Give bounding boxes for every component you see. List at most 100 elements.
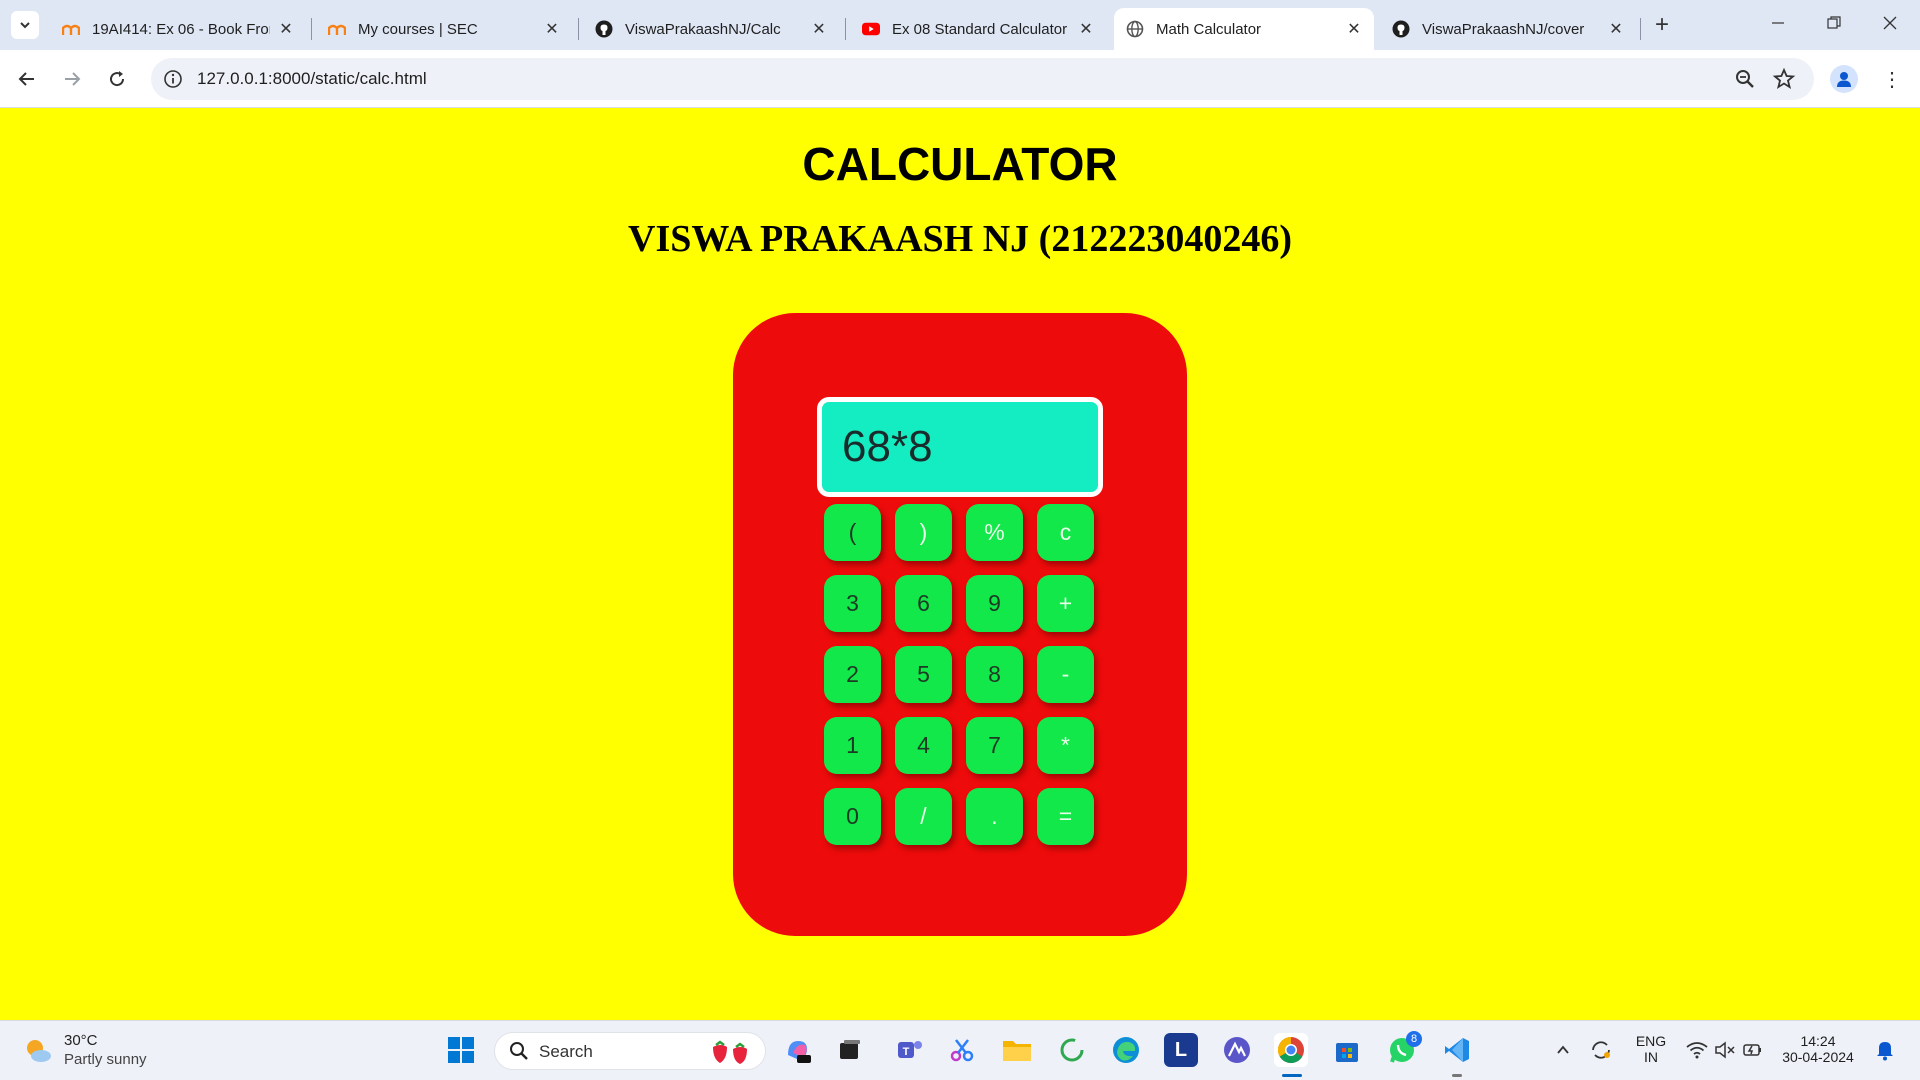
search-label: Search	[539, 1042, 593, 1061]
minimize-button[interactable]	[1750, 0, 1806, 46]
key-clear[interactable]: c	[1037, 504, 1094, 561]
tab-github-calc[interactable]: ViswaPrakaashNJ/Calc ✕	[583, 8, 839, 50]
key-7[interactable]: 7	[966, 717, 1023, 774]
browser-tab-strip: 19AI414: Ex 06 - Book From ✕ My courses …	[0, 0, 1920, 50]
weather-widget[interactable]: 30°C Partly sunny	[22, 1031, 182, 1071]
reload-button[interactable]	[100, 62, 134, 96]
tab-github-cover[interactable]: ViswaPrakaashNJ/cover ✕	[1380, 8, 1636, 50]
close-icon[interactable]: ✕	[1608, 19, 1624, 39]
clock-time: 14:24	[1800, 1033, 1836, 1049]
key-divide[interactable]: /	[895, 788, 952, 845]
tab-title: 19AI414: Ex 06 - Book From	[92, 20, 270, 38]
key-multiply[interactable]: *	[1037, 717, 1094, 774]
wifi-icon	[1686, 1042, 1708, 1059]
vscode-app[interactable]	[1440, 1033, 1474, 1067]
key-8[interactable]: 8	[966, 646, 1023, 703]
file-explorer-app[interactable]	[1000, 1033, 1034, 1067]
task-view-icon	[840, 1040, 860, 1059]
running-app-indicator	[1452, 1074, 1462, 1077]
key-4[interactable]: 4	[895, 717, 952, 774]
tab-ex06[interactable]: 19AI414: Ex 06 - Book From ✕	[50, 8, 306, 50]
snipping-tool-app[interactable]	[945, 1033, 979, 1067]
restore-button[interactable]	[1806, 0, 1862, 46]
info-icon[interactable]	[163, 69, 183, 89]
refresh-app[interactable]	[1055, 1033, 1089, 1067]
key-minus[interactable]: -	[1037, 646, 1094, 703]
tab-title: My courses | SEC	[358, 20, 478, 38]
key-decimal[interactable]: .	[966, 788, 1023, 845]
show-hidden-icons-button[interactable]	[1546, 1033, 1580, 1067]
language-indicator[interactable]: ENG IN	[1628, 1033, 1674, 1065]
key-1[interactable]: 1	[824, 717, 881, 774]
restore-icon	[1827, 16, 1841, 29]
tab-divider	[1640, 18, 1641, 40]
browser-toolbar: 127.0.0.1:8000/static/calc.html ⋮	[0, 50, 1920, 108]
clock[interactable]: 14:24 30-04-2024	[1778, 1033, 1858, 1065]
key-0[interactable]: 0	[824, 788, 881, 845]
autodesk-app[interactable]	[1220, 1033, 1254, 1067]
autodesk-icon	[1224, 1037, 1250, 1063]
key-close-paren[interactable]: )	[895, 504, 952, 561]
tab-my-courses[interactable]: My courses | SEC ✕	[316, 8, 572, 50]
clock-date: 30-04-2024	[1782, 1049, 1854, 1065]
key-equals[interactable]: =	[1037, 788, 1094, 845]
back-button[interactable]	[10, 62, 44, 96]
store-app[interactable]	[1330, 1033, 1364, 1067]
window-close-button[interactable]	[1862, 0, 1918, 46]
chevron-down-icon	[20, 22, 30, 29]
refresh-app-icon	[1060, 1038, 1084, 1062]
youtube-icon	[862, 20, 880, 38]
close-icon[interactable]: ✕	[1078, 19, 1094, 39]
author-name: VISWA PRAKAASH NJ (212223040246)	[628, 218, 1292, 260]
edge-app[interactable]	[1109, 1033, 1143, 1067]
close-icon[interactable]: ✕	[1346, 19, 1362, 39]
bookmark-star-icon[interactable]	[1772, 67, 1796, 91]
forward-button[interactable]	[55, 62, 89, 96]
close-icon[interactable]: ✕	[811, 19, 827, 39]
copilot-icon	[788, 1041, 811, 1063]
l-app[interactable]: L	[1164, 1033, 1198, 1067]
vscode-icon	[1445, 1038, 1469, 1062]
weather-temperature: 30°C	[64, 1032, 98, 1049]
notifications-button[interactable]	[1868, 1033, 1902, 1067]
globe-icon	[1126, 20, 1144, 38]
copilot-app[interactable]	[781, 1033, 815, 1067]
sync-tray-button[interactable]	[1584, 1033, 1618, 1067]
key-open-paren[interactable]: (	[824, 504, 881, 561]
github-icon	[1392, 20, 1410, 38]
key-6[interactable]: 6	[895, 575, 952, 632]
taskbar-search[interactable]: Search	[494, 1032, 766, 1070]
edge-icon	[1113, 1037, 1139, 1063]
task-view-app[interactable]	[833, 1033, 867, 1067]
key-5[interactable]: 5	[895, 646, 952, 703]
partly-sunny-icon	[27, 1040, 51, 1062]
close-icon[interactable]: ✕	[544, 19, 560, 39]
tab-title: Ex 08 Standard Calculator U	[892, 20, 1070, 38]
active-app-indicator	[1282, 1074, 1302, 1077]
person-icon	[1837, 72, 1851, 87]
key-2[interactable]: 2	[824, 646, 881, 703]
sync-icon	[1592, 1041, 1610, 1059]
tab-youtube[interactable]: Ex 08 Standard Calculator U ✕	[850, 8, 1106, 50]
tab-search-button[interactable]	[11, 11, 39, 39]
key-percent[interactable]: %	[966, 504, 1023, 561]
quick-settings-button[interactable]	[1680, 1033, 1770, 1067]
close-icon[interactable]: ✕	[278, 19, 294, 39]
chrome-app[interactable]	[1274, 1033, 1308, 1067]
key-3[interactable]: 3	[824, 575, 881, 632]
tab-math-calculator[interactable]: Math Calculator ✕	[1114, 8, 1374, 50]
key-plus[interactable]: +	[1037, 575, 1094, 632]
browser-menu-button[interactable]: ⋮	[1880, 66, 1904, 92]
key-9[interactable]: 9	[966, 575, 1023, 632]
profile-avatar[interactable]	[1830, 65, 1858, 93]
new-tab-button[interactable]: +	[1648, 11, 1676, 39]
search-icon	[510, 1042, 528, 1060]
start-button[interactable]	[444, 1033, 478, 1067]
zoom-icon[interactable]	[1734, 68, 1756, 90]
store-icon	[1336, 1043, 1358, 1062]
url-text[interactable]: 127.0.0.1:8000/static/calc.html	[197, 69, 427, 89]
strawberry-icon	[713, 1040, 747, 1064]
plus-icon: +	[1654, 11, 1669, 38]
address-bar[interactable]: 127.0.0.1:8000/static/calc.html	[151, 58, 1814, 100]
teams-app[interactable]: T	[893, 1033, 927, 1067]
